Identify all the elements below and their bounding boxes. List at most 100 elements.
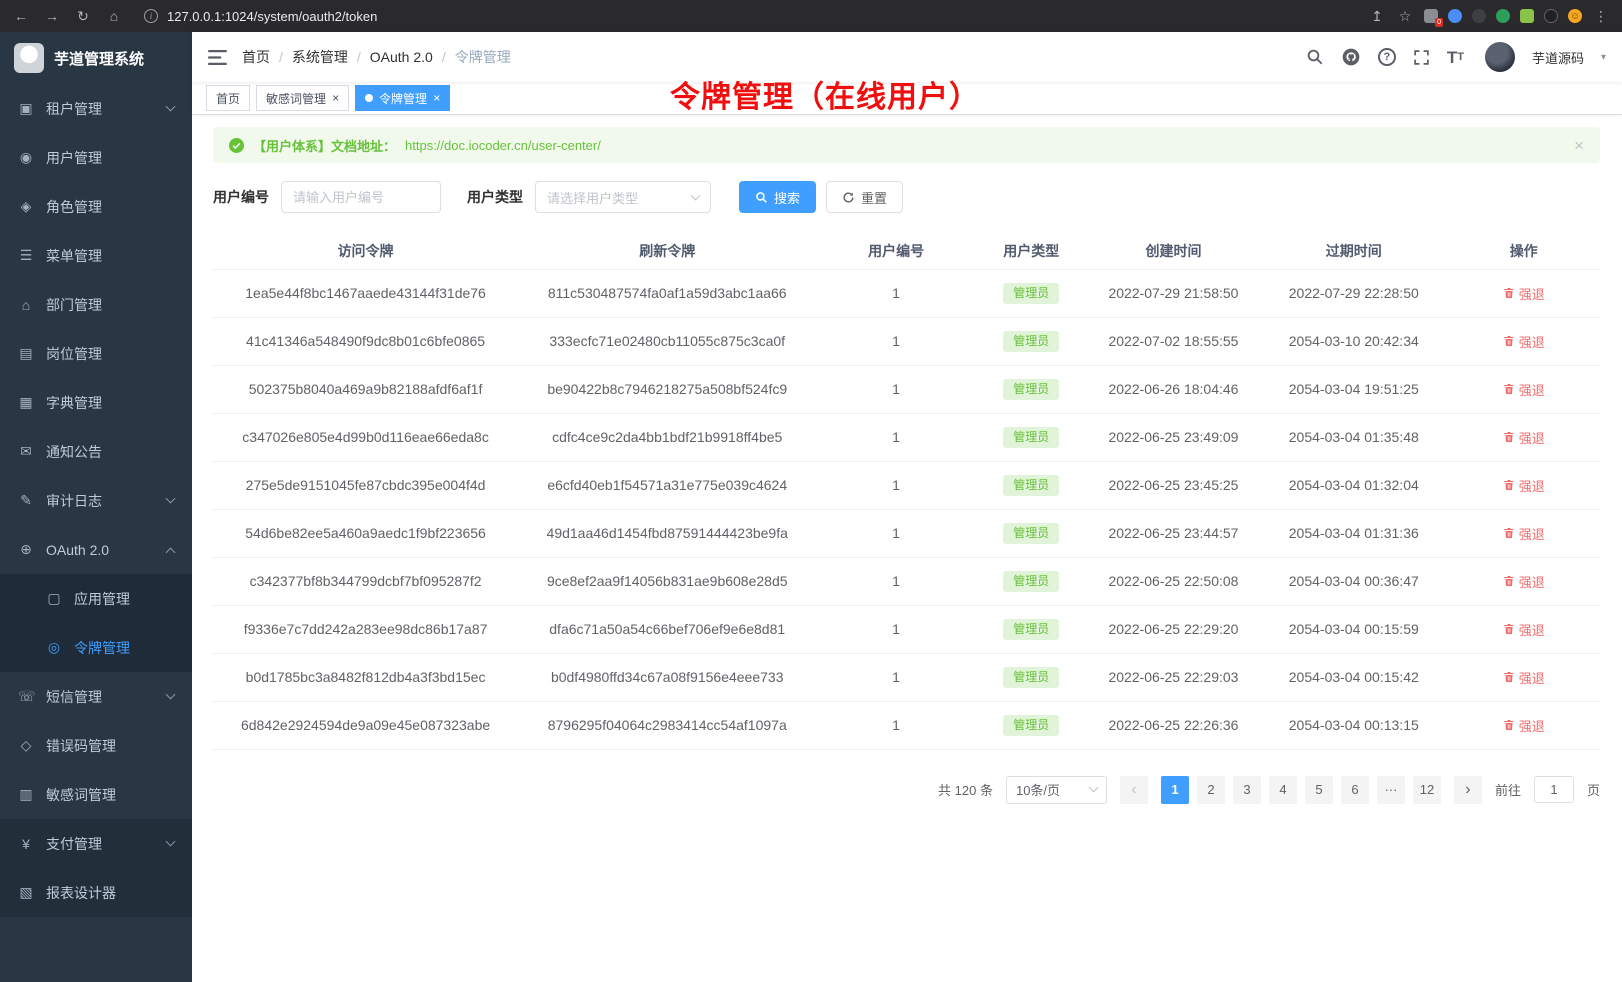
github-icon[interactable]: [1341, 47, 1361, 67]
user-type-select[interactable]: 请选择用户类型: [535, 181, 711, 213]
pagination-page-button[interactable]: 4: [1269, 776, 1297, 804]
breadcrumb-item[interactable]: 系统管理: [292, 47, 348, 67]
sidebar-item-error-code[interactable]: ◇错误码管理: [0, 721, 192, 770]
action-cell: 强退: [1447, 509, 1600, 557]
sidebar-item-label: 通知公告: [46, 442, 102, 462]
extension-icon[interactable]: [1496, 9, 1510, 23]
force-logout-button[interactable]: 强退: [1503, 620, 1545, 639]
force-logout-button[interactable]: 强退: [1503, 476, 1545, 495]
search-icon[interactable]: [1306, 48, 1324, 66]
sidebar-item-post[interactable]: ▤岗位管理: [0, 329, 192, 378]
sidebar-item-sms[interactable]: ☏短信管理: [0, 672, 192, 721]
extension-icon[interactable]: [1448, 9, 1462, 23]
sensitive-icon: ▥: [18, 786, 34, 803]
force-logout-button[interactable]: 强退: [1503, 524, 1545, 543]
app-logo[interactable]: 芋道管理系统: [0, 32, 192, 84]
sidebar-item-sensitive-word[interactable]: ▥敏感词管理: [0, 770, 192, 819]
force-logout-button[interactable]: 强退: [1503, 332, 1545, 351]
sidebar-item-oauth2[interactable]: ⊕OAuth 2.0: [0, 525, 192, 574]
pagination-page-button[interactable]: 5: [1305, 776, 1333, 804]
user-type-cell: 管理员: [976, 413, 1087, 461]
reset-button[interactable]: 重置: [826, 181, 903, 213]
close-icon[interactable]: ×: [1574, 137, 1584, 154]
sidebar-item-label: 用户管理: [46, 148, 102, 168]
pagination-more-button[interactable]: ···: [1377, 776, 1405, 804]
user-id-input[interactable]: [281, 181, 441, 213]
view-tab[interactable]: 首页: [206, 85, 250, 111]
pagination-page-button[interactable]: 6: [1341, 776, 1369, 804]
help-icon[interactable]: ?: [1378, 48, 1396, 66]
token-table: 访问令牌刷新令牌用户编号用户类型创建时间过期时间操作 1ea5e44f8bc14…: [213, 233, 1600, 750]
goto-page-input[interactable]: [1534, 776, 1574, 803]
pagination-page-button[interactable]: 1: [1161, 776, 1189, 804]
force-logout-button[interactable]: 强退: [1503, 572, 1545, 591]
extension-icon[interactable]: [1472, 9, 1486, 23]
hamburger-menu-icon[interactable]: [208, 49, 227, 66]
access-token-cell: 6d842e2924594de9a09e45e087323abe: [213, 701, 518, 749]
close-icon[interactable]: ×: [433, 92, 440, 104]
url-bar[interactable]: i 127.0.0.1:1024/system/oauth2/token: [136, 9, 1355, 24]
action-cell: 强退: [1447, 701, 1600, 749]
next-page-button[interactable]: ›: [1454, 776, 1482, 804]
extension-icon[interactable]: [1520, 9, 1534, 23]
pagination-page-button[interactable]: 3: [1233, 776, 1261, 804]
sidebar-item-tenant[interactable]: ▣租户管理: [0, 84, 192, 133]
sidebar-item-menu[interactable]: ☰菜单管理: [0, 231, 192, 280]
reload-icon[interactable]: ↻: [74, 8, 92, 25]
sidebar-item-oauth2-app[interactable]: ▢应用管理: [0, 574, 192, 623]
access-token-cell: 54d6be82ee5a460a9aedc1f9bf223656: [213, 509, 518, 557]
user-type-badge: 管理员: [1003, 715, 1059, 736]
pagination-page-button[interactable]: 2: [1197, 776, 1225, 804]
tenant-icon: ▣: [18, 100, 34, 117]
force-logout-button[interactable]: 强退: [1503, 428, 1545, 447]
close-icon[interactable]: ×: [332, 92, 339, 104]
chevron-down-icon: [166, 494, 176, 504]
extension-icon[interactable]: 0: [1424, 9, 1438, 23]
goto-unit: 页: [1587, 780, 1600, 799]
back-icon[interactable]: ←: [12, 8, 30, 24]
prev-page-button[interactable]: ‹: [1120, 776, 1148, 804]
sidebar-item-user[interactable]: ◉用户管理: [0, 133, 192, 182]
bookmark-star-icon[interactable]: ☆: [1396, 8, 1414, 25]
sidebar-item-dept[interactable]: ⌂部门管理: [0, 280, 192, 329]
view-tab[interactable]: 敏感词管理×: [256, 85, 349, 111]
force-logout-button[interactable]: 强退: [1503, 668, 1545, 687]
sidebar-item-label: 应用管理: [74, 589, 130, 609]
share-icon[interactable]: ↥: [1368, 8, 1386, 25]
sidebar-item-audit-log[interactable]: ✎审计日志: [0, 476, 192, 525]
view-tab[interactable]: 令牌管理×: [355, 85, 450, 111]
sidebar-item-pay[interactable]: ¥支付管理: [0, 819, 192, 868]
column-header: 创建时间: [1087, 233, 1260, 269]
delete-icon: [1503, 287, 1515, 299]
home-icon[interactable]: ⌂: [105, 8, 123, 24]
sidebar-item-report-designer[interactable]: ▧报表设计器: [0, 868, 192, 917]
delete-icon: [1503, 431, 1515, 443]
alert-link[interactable]: https://doc.iocoder.cn/user-center/: [405, 138, 601, 153]
browser-menu-icon[interactable]: ⋮: [1592, 8, 1610, 25]
breadcrumb-item[interactable]: OAuth 2.0: [370, 49, 433, 65]
sidebar-item-notice[interactable]: ✉通知公告: [0, 427, 192, 476]
sidebar-item-role[interactable]: ◈角色管理: [0, 182, 192, 231]
sidebar-item-label: OAuth 2.0: [46, 542, 109, 558]
force-logout-button[interactable]: 强退: [1503, 284, 1545, 303]
user-name[interactable]: 芋道源码: [1532, 48, 1584, 67]
user-avatar[interactable]: [1485, 42, 1515, 72]
post-icon: ▤: [18, 345, 34, 362]
pagination-page-button[interactable]: 12: [1413, 776, 1441, 804]
fullscreen-icon[interactable]: [1413, 49, 1430, 66]
page-size-select[interactable]: 10条/页: [1006, 776, 1107, 804]
sidebar-item-dict[interactable]: ▦字典管理: [0, 378, 192, 427]
force-logout-button[interactable]: 强退: [1503, 716, 1545, 735]
font-size-icon[interactable]: TT: [1447, 49, 1464, 66]
extension-icon[interactable]: [1544, 9, 1558, 23]
user-type-cell: 管理员: [976, 701, 1087, 749]
info-icon[interactable]: i: [144, 9, 158, 23]
browser-profile-avatar[interactable]: ☺: [1568, 9, 1582, 23]
user-id-cell: 1: [816, 461, 976, 509]
breadcrumb-item[interactable]: 首页: [242, 47, 270, 67]
forward-icon[interactable]: →: [43, 8, 61, 24]
sidebar-item-oauth2-token[interactable]: ◎令牌管理: [0, 623, 192, 672]
force-logout-button[interactable]: 强退: [1503, 380, 1545, 399]
refresh-token-cell: 333ecfc71e02480cb11055c875c3ca0f: [518, 317, 816, 365]
search-button[interactable]: 搜索: [739, 181, 816, 213]
